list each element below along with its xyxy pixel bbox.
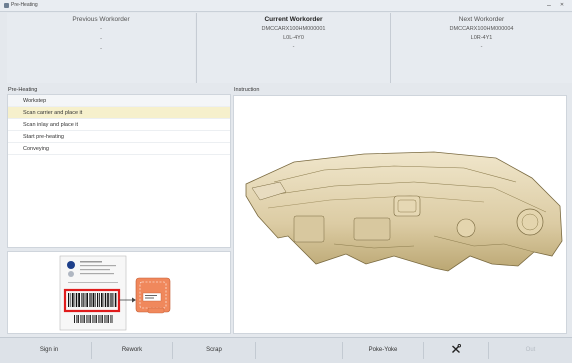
workstep-thumbnail <box>7 251 231 334</box>
next-workorder-extra: - <box>480 44 483 50</box>
empty-button-slot <box>256 338 342 363</box>
next-workorder-id: DMCCARX100HM000004 <box>449 26 514 32</box>
current-workorder-panel: Current Workorder DMCCARX100HM000001 L0L… <box>197 13 390 83</box>
current-workorder-variant: L0L-4Y0 <box>283 35 304 41</box>
minimize-button[interactable]: – <box>544 1 554 10</box>
current-workorder-id: DMCCARX100HM000001 <box>261 26 326 32</box>
instruction-panel-title: Instruction <box>234 87 260 93</box>
app-icon <box>4 3 9 8</box>
workstep-item[interactable]: Conveying <box>8 143 230 155</box>
close-button[interactable]: ✕ <box>557 1 567 10</box>
carrier-label-image <box>59 255 171 331</box>
next-workorder-variant: L0R-4Y1 <box>470 35 493 41</box>
previous-workorder-variant: - <box>100 36 102 42</box>
steps-panel-title: Pre-Heating <box>8 87 38 93</box>
title-bar: Pre-Heating – ✕ <box>0 0 572 12</box>
current-workorder-extra: - <box>292 44 295 50</box>
poke-yoke-button[interactable]: Poke-Yoke <box>343 338 423 363</box>
previous-workorder-panel: Previous Workorder - - - <box>7 13 195 83</box>
scrap-button[interactable]: Scrap <box>173 338 255 363</box>
workstep-list: Workstep Scan carrier and place it Scan … <box>7 94 231 248</box>
tools-icon <box>452 344 462 354</box>
window-title: Pre-Heating <box>11 2 38 8</box>
workstep-header: Workstep <box>8 95 230 107</box>
tools-button[interactable] <box>424 338 488 363</box>
workstep-item[interactable]: Scan carrier and place it <box>8 107 230 119</box>
rework-button[interactable]: Rework <box>92 338 172 363</box>
next-workorder-panel: Next Workorder DMCCARX100HM000004 L0R-4Y… <box>391 13 572 83</box>
out-button[interactable]: Out <box>489 338 572 363</box>
scanner-device-image <box>135 277 171 314</box>
sign-in-button[interactable]: Sign in <box>7 338 91 363</box>
previous-workorder-header: Previous Workorder <box>72 16 130 23</box>
workstep-item[interactable]: Scan inlay and place it <box>8 119 230 131</box>
dashboard-part-image <box>245 151 563 272</box>
previous-workorder-extra: - <box>100 46 102 52</box>
next-workorder-header: Next Workorder <box>458 16 505 23</box>
current-workorder-header: Current Workorder <box>264 16 323 23</box>
previous-workorder-id: - <box>100 26 102 32</box>
bottom-toolbar: Sign in Rework Scrap Poke-Yoke Out <box>0 337 572 363</box>
workstep-item[interactable]: Start pre-heating <box>8 131 230 143</box>
instruction-image-panel <box>233 95 567 334</box>
